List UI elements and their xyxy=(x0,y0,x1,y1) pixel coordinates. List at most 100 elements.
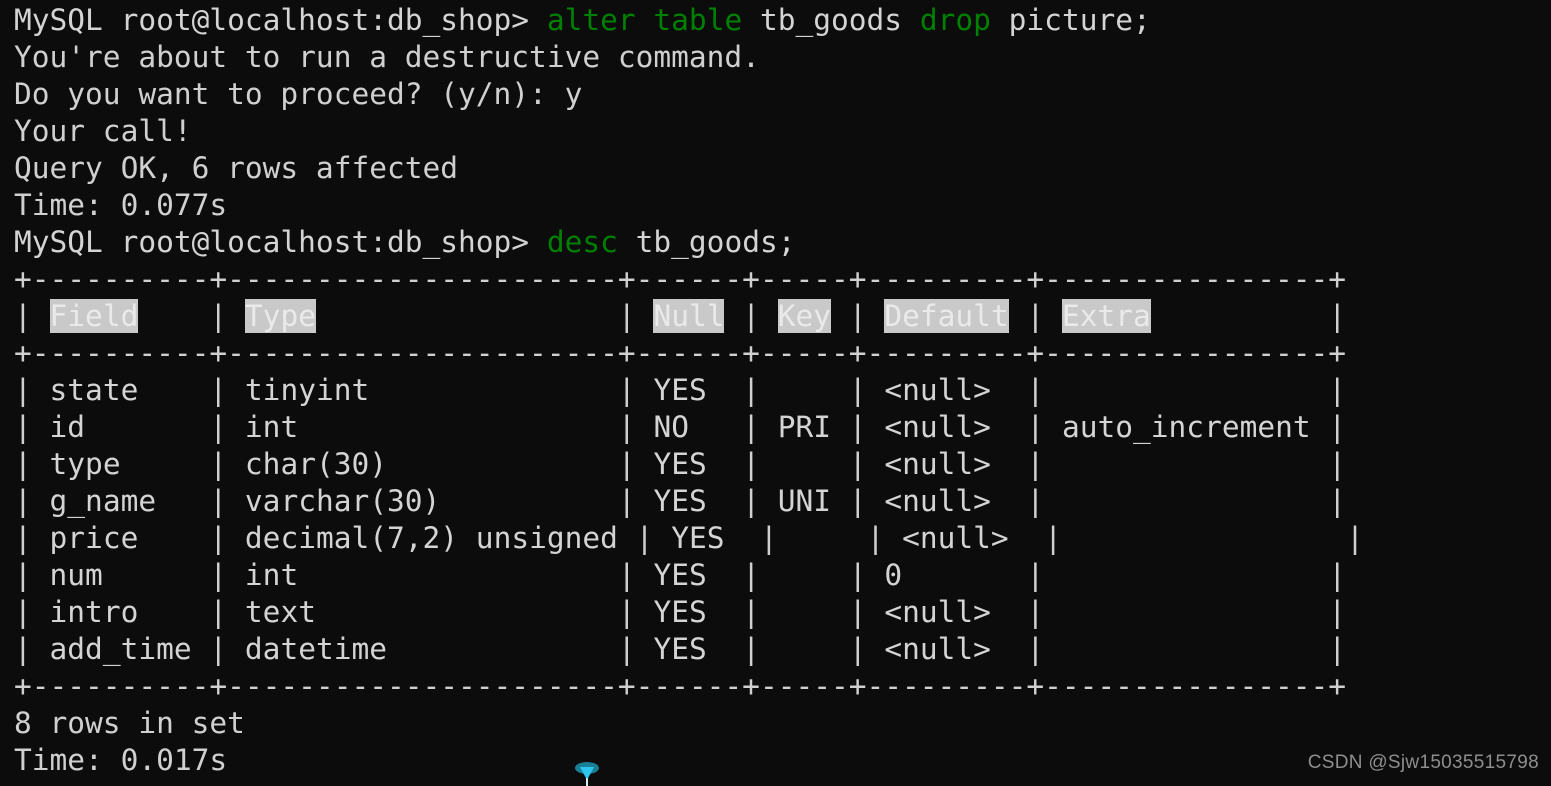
table-cell-divider: | xyxy=(742,410,778,444)
sql-keyword-table: table xyxy=(653,3,743,37)
table-cell-divider: | xyxy=(1026,595,1062,629)
table-cell-null: YES xyxy=(653,484,743,518)
table-cell-divider: | xyxy=(1026,447,1062,481)
table-cell-divider: | xyxy=(848,373,885,407)
table-cell-divider: | xyxy=(14,595,50,629)
table-row: | type | char(30) | YES | | <null> | | xyxy=(0,446,1551,483)
output-your-call: Your call! xyxy=(14,114,192,148)
table-cell-extra xyxy=(1062,373,1328,407)
table-cell-divider: | xyxy=(635,521,672,555)
table-header-type: Type xyxy=(244,299,316,333)
terminal-window[interactable]: MySQL root@localhost:db_shop> alter tabl… xyxy=(0,0,1551,786)
table-cell-key xyxy=(778,632,849,666)
table-cell-type: datetime xyxy=(244,632,618,666)
table-cell-divider: | xyxy=(1328,632,1347,666)
table-cell-field: id xyxy=(49,410,210,444)
table-cell-type: char(30) xyxy=(244,447,618,481)
table-header-field: Field xyxy=(49,299,139,333)
cell-padding xyxy=(724,299,742,333)
table-cell-divider: | xyxy=(1328,299,1347,333)
shell-prompt: MySQL root@localhost:db_shop> xyxy=(14,225,547,259)
output-destructive-warning: You're about to run a destructive comman… xyxy=(14,40,760,74)
table-cell-divider: | xyxy=(742,447,778,481)
table-cell-divider: | xyxy=(742,299,778,333)
table-cell-divider: | xyxy=(1328,484,1347,518)
cell-padding xyxy=(316,299,618,333)
table-cell-divider: | xyxy=(14,521,50,555)
table-cell-type: int xyxy=(244,558,618,592)
table-row: | add_time | datetime | YES | | <null> |… xyxy=(0,631,1551,668)
table-cell-divider: | xyxy=(14,299,50,333)
table-cell-divider: | xyxy=(617,299,654,333)
table-cell-divider: | xyxy=(14,632,50,666)
table-rule-top: +----------+----------------------+-----… xyxy=(14,262,1347,296)
table-cell-divider: | xyxy=(1026,299,1062,333)
table-cell-divider: | xyxy=(209,410,245,444)
table-cell-default: <null> xyxy=(884,484,1027,518)
table-cell-divider: | xyxy=(14,558,50,592)
table-cell-divider: | xyxy=(14,373,50,407)
table-cell-null: YES xyxy=(653,447,743,481)
cell-padding xyxy=(1009,299,1027,333)
table-row: | price | decimal(7,2) unsigned | YES | … xyxy=(0,520,1551,557)
table-cell-null: YES xyxy=(653,558,743,592)
table-row: | id | int | NO | PRI | <null> | auto_in… xyxy=(0,409,1551,446)
table-cell-field: num xyxy=(49,558,210,592)
table-cell-divider: | xyxy=(617,595,654,629)
table-cell-divider: | xyxy=(1328,410,1347,444)
table-cell-divider: | xyxy=(1026,410,1062,444)
table-cell-divider: | xyxy=(848,484,885,518)
table-cell-divider: | xyxy=(848,410,885,444)
table-cell-key xyxy=(778,373,849,407)
table-cell-extra: auto_increment xyxy=(1061,410,1329,444)
pin-stem xyxy=(586,778,588,786)
table-cell-default: 0 xyxy=(884,558,1027,592)
table-cell-field: price xyxy=(49,521,210,555)
table-cell-divider: | xyxy=(1328,558,1347,592)
table-cell-divider: | xyxy=(1026,558,1062,592)
command-line-alter: MySQL root@localhost:db_shop> alter tabl… xyxy=(0,2,1551,39)
table-cell-extra xyxy=(1080,521,1346,555)
table-cell-extra xyxy=(1062,595,1328,629)
table-cell-type: tinyint xyxy=(244,373,618,407)
table-cell-divider: | xyxy=(209,521,245,555)
cell-padding xyxy=(1151,299,1329,333)
table-cell-field: add_time xyxy=(49,632,210,666)
table-cell-divider: | xyxy=(742,558,778,592)
table-cell-extra xyxy=(1062,484,1328,518)
output-time-alter: Time: 0.077s xyxy=(14,188,228,222)
cell-padding xyxy=(831,299,849,333)
command-line-desc: MySQL root@localhost:db_shop> desc tb_go… xyxy=(0,224,1551,261)
sql-keyword-alter: alter xyxy=(546,3,636,37)
table-cell-extra xyxy=(1062,447,1328,481)
table-cell-divider: | xyxy=(742,484,778,518)
table-cell-divider: | xyxy=(14,410,50,444)
table-cell-field: g_name xyxy=(49,484,210,518)
table-cell-divider: | xyxy=(848,632,885,666)
sql-keyword-drop: drop xyxy=(919,3,991,37)
table-cell-divider: | xyxy=(14,447,50,481)
table-cell-key: UNI xyxy=(777,484,849,518)
table-cell-divider: | xyxy=(617,632,654,666)
table-cell-default: <null> xyxy=(884,373,1027,407)
table-cell-divider: | xyxy=(1044,521,1080,555)
output-proceed-prompt: Do you want to proceed? (y/n): y xyxy=(14,77,583,111)
table-cell-divider: | xyxy=(1328,595,1347,629)
table-cell-key xyxy=(778,595,849,629)
table-cell-divider: | xyxy=(14,484,50,518)
sql-desc-argument: tb_goods; xyxy=(635,225,796,259)
drop-location-pin-icon xyxy=(575,762,599,786)
table-header-null: Null xyxy=(653,299,725,333)
table-cell-type: int xyxy=(244,410,618,444)
table-cell-null: NO xyxy=(653,410,743,444)
table-cell-key xyxy=(796,521,867,555)
table-cell-divider: | xyxy=(617,373,654,407)
table-header-key: Key xyxy=(777,299,832,333)
table-cell-field: state xyxy=(49,373,210,407)
table-cell-divider: | xyxy=(742,373,778,407)
table-cell-default: <null> xyxy=(884,632,1027,666)
